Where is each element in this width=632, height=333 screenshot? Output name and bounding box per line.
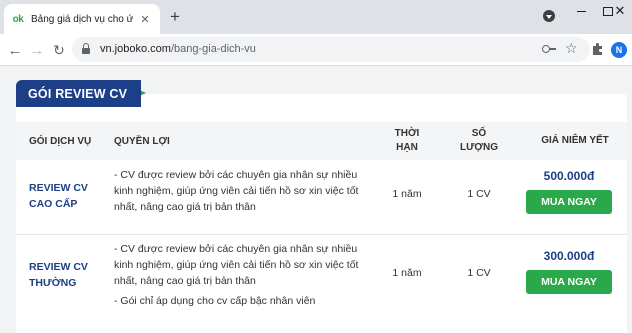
url-path: /bang-gia-dich-vu [170,43,256,55]
quantity-cell: 1 CV [467,267,491,279]
joboko-favicon-icon: ok [10,11,26,27]
header-benefits: QUYỀN LỢI [114,135,170,147]
benefit-line: - Gói chỉ áp dụng cho cv cấp bậc nhân vi… [114,295,316,307]
header-price: GIÁ NIÊM YẾT [541,135,609,146]
back-arrow-icon[interactable]: ← [6,41,24,59]
benefit-line: - CV được review bởi các chuyên gia nhân… [114,243,358,255]
service-name: REVIEW CV CAO CẤP [29,180,88,212]
benefit-line: kinh nghiệm, giúp ứng viên cải tiến hồ s… [114,185,359,197]
bookmark-star-icon[interactable]: ☆ [565,41,578,55]
benefits-text: - CV được review bởi các chuyên gia nhân… [114,241,364,309]
quantity-cell: 1 CV [467,188,491,200]
table-header: GÓI DỊCH VỤ QUYỀN LỢI THỜI HẠN SỐ LƯỢNG … [16,122,627,160]
browser-tab[interactable]: ok Bảng giá dịch vụ cho ứng viên - ✕ [4,4,160,34]
benefit-line: - CV được review bởi các chuyên gia nhân… [114,169,358,181]
tab-search-icon[interactable] [543,10,555,22]
extensions-puzzle-icon[interactable] [591,42,605,56]
url-text[interactable]: vn.joboko.com/bang-gia-dich-vu [100,43,256,55]
close-window-button[interactable]: ✕ [608,3,632,19]
price-value: 300.000đ [543,249,595,263]
page-scrollbar[interactable] [627,66,632,333]
benefit-line: nhất, nâng cao giá trị bản thân [114,275,256,287]
service-name-line1: REVIEW CV [29,261,88,273]
page-viewport: GÓI REVIEW CV GÓI DỊCH VỤ QUYỀN LỢI THỜI… [0,66,632,333]
table-row: REVIEW CV CAO CẤP - CV được review bởi c… [16,160,627,234]
tab-title: Bảng giá dịch vụ cho ứng viên - [31,13,134,25]
new-tab-button[interactable]: + [166,7,184,25]
price-value: 500.000đ [543,169,595,183]
header-service: GÓI DỊCH VỤ [29,135,92,147]
table-row: REVIEW CV THƯỜNG - CV được review bởi cá… [16,235,627,313]
reload-icon[interactable]: ↻ [50,41,68,59]
address-bar[interactable]: vn.joboko.com/bang-gia-dich-vu ☆ [72,37,590,62]
section-header: GÓI REVIEW CV [16,80,142,107]
profile-avatar[interactable]: N [611,42,627,58]
price-cell: 500.000đ MUA NGAY [526,168,612,214]
duration-cell: 1 năm [392,188,422,200]
service-name: REVIEW CV THƯỜNG [29,259,88,291]
benefit-line: kinh nghiệm, giúp ứng viên cải tiến hồ s… [114,259,359,271]
key-icon[interactable] [542,43,556,55]
service-name-line2: THƯỜNG [29,277,77,289]
lock-icon[interactable] [82,43,90,54]
browser-toolbar: ← → ↻ vn.joboko.com/bang-gia-dich-vu ☆ N [0,34,632,66]
forward-arrow-icon[interactable]: → [28,41,46,59]
header-duration-line2: HẠN [396,142,418,153]
header-quantity-line2: LƯỢNG [460,142,498,153]
favicon-text: ok [12,13,24,25]
section-title: GÓI REVIEW CV [28,86,128,101]
service-name-line2: CAO CẤP [29,198,78,210]
header-duration-line1: THỜI [394,128,420,139]
buy-now-button[interactable]: MUA NGAY [526,270,612,294]
section-title-box: GÓI REVIEW CV [16,80,142,107]
duration-cell: 1 năm [392,267,422,279]
tab-strip: ok Bảng giá dịch vụ cho ứng viên - ✕ + ✕ [0,0,632,34]
price-cell: 300.000đ MUA NGAY [526,248,612,294]
header-quantity: SỐ LƯỢNG [453,122,505,160]
header-duration: THỜI HẠN [381,122,433,160]
service-name-line1: REVIEW CV [29,182,88,194]
url-host: vn.joboko.com [100,43,171,55]
minimize-button[interactable] [570,3,592,19]
tab-close-icon[interactable]: ✕ [138,12,152,26]
benefits-text: - CV được review bởi các chuyên gia nhân… [114,167,364,215]
benefit-line: nhất, nâng cao giá trị bản thân [114,201,256,213]
header-quantity-line1: SỐ [471,128,487,139]
buy-now-button[interactable]: MUA NGAY [526,190,612,214]
